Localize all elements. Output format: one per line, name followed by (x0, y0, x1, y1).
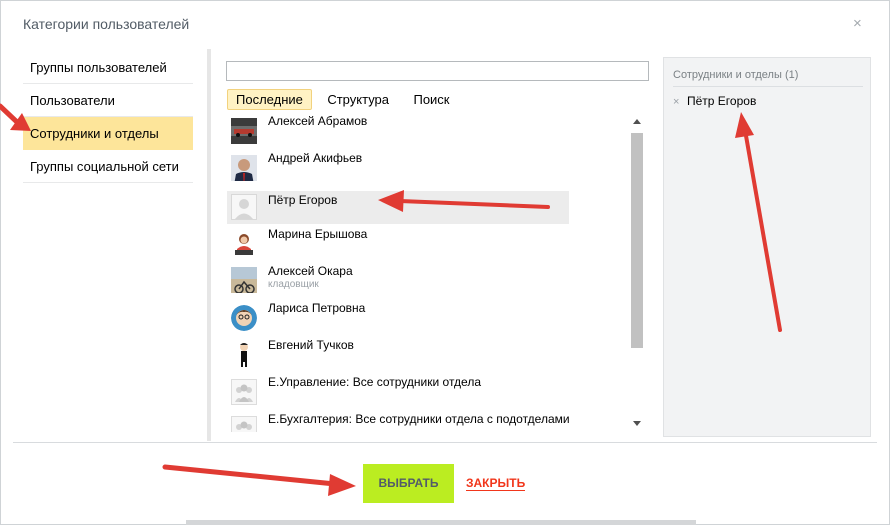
entity-name: Марина Ерышова (268, 227, 368, 241)
avatar (231, 194, 257, 220)
tab-structure[interactable]: Структура (318, 89, 398, 110)
select-button[interactable]: ВЫБРАТЬ (363, 464, 454, 503)
dialog-title-bar: Категории пользователей × (1, 1, 889, 47)
category-user-groups[interactable]: Группы пользователей (23, 51, 193, 84)
entity-name: Пётр Егоров (268, 193, 338, 207)
category-employees-departments[interactable]: Сотрудники и отделы (23, 117, 193, 150)
user-categories-dialog: Категории пользователей × Группы пользов… (0, 0, 890, 525)
list-item[interactable]: Алексей Абрамов (227, 114, 569, 147)
scroll-up-icon[interactable] (633, 119, 641, 124)
department-icon (236, 421, 252, 430)
list-item[interactable]: Е.Управление: Все сотрудники отдела (227, 375, 569, 408)
background-strip (186, 520, 696, 525)
close-icon[interactable]: × (853, 16, 862, 31)
category-social-groups[interactable]: Группы социальной сети (23, 150, 193, 183)
photo-car-icon (231, 118, 257, 144)
source-tabs: Последние Структура Поиск (227, 89, 461, 110)
photo-bike-icon (231, 267, 257, 293)
entity-name: Лариса Петровна (268, 301, 366, 315)
photo-woman-laptop-icon (231, 231, 257, 257)
selected-item-name: Пётр Егоров (687, 94, 757, 108)
avatar (231, 416, 257, 432)
remove-icon[interactable]: × (673, 96, 679, 108)
scroll-thumb[interactable] (631, 133, 643, 348)
list-scrollbar[interactable] (629, 116, 645, 432)
cartoon-man-icon (231, 341, 257, 367)
search-input[interactable] (226, 61, 649, 81)
close-button[interactable]: ЗАКРЫТЬ (466, 476, 526, 491)
entity-name: Алексей Абрамов (268, 114, 368, 128)
entity-name: Е.Бухгалтерия: Все сотрудники отдела с п… (268, 412, 570, 426)
tab-search[interactable]: Поиск (404, 89, 458, 110)
avatar (231, 379, 257, 405)
list-item[interactable]: Марина Ерышова (227, 227, 569, 260)
entity-name: Андрей Акифьев (268, 151, 363, 165)
category-users[interactable]: Пользователи (23, 84, 193, 117)
list-item[interactable]: Алексей Окара кладовщик (227, 264, 569, 297)
list-item[interactable]: Лариса Петровна (227, 301, 569, 334)
list-item[interactable]: Евгений Тучков (227, 338, 569, 371)
selected-items-panel: Сотрудники и отделы (1) × Пётр Егоров (663, 57, 871, 437)
avatar (231, 118, 257, 144)
selected-panel-title: Сотрудники и отделы (1) (673, 69, 799, 81)
cartoon-woman-icon (231, 305, 257, 331)
list-item[interactable]: Е.Бухгалтерия: Все сотрудники отдела с п… (227, 412, 645, 432)
entity-list: Алексей Абрамов Андрей Акифьев Пётр Егор… (227, 114, 645, 432)
scroll-down-icon[interactable] (633, 421, 641, 426)
entity-name: Алексей Окара (268, 264, 353, 278)
entity-position: кладовщик (268, 279, 319, 290)
list-item[interactable]: Андрей Акифьев (227, 151, 569, 184)
column-divider[interactable] (207, 49, 211, 441)
footer-divider (13, 442, 877, 443)
category-list: Группы пользователей Пользователи Сотруд… (23, 51, 193, 183)
entity-name: Евгений Тучков (268, 338, 354, 352)
dialog-title: Категории пользователей (23, 16, 190, 32)
photo-man-icon (231, 155, 257, 181)
entity-name: Е.Управление: Все сотрудники отдела (268, 375, 481, 389)
department-icon (235, 384, 253, 402)
default-user-icon (235, 199, 253, 219)
avatar (231, 155, 257, 181)
panel-divider (673, 86, 863, 87)
avatar (231, 231, 257, 257)
list-item-selected[interactable]: Пётр Егоров (227, 191, 569, 224)
avatar (231, 267, 257, 293)
avatar (231, 341, 257, 367)
tab-recent[interactable]: Последние (227, 89, 312, 110)
avatar (231, 305, 257, 331)
